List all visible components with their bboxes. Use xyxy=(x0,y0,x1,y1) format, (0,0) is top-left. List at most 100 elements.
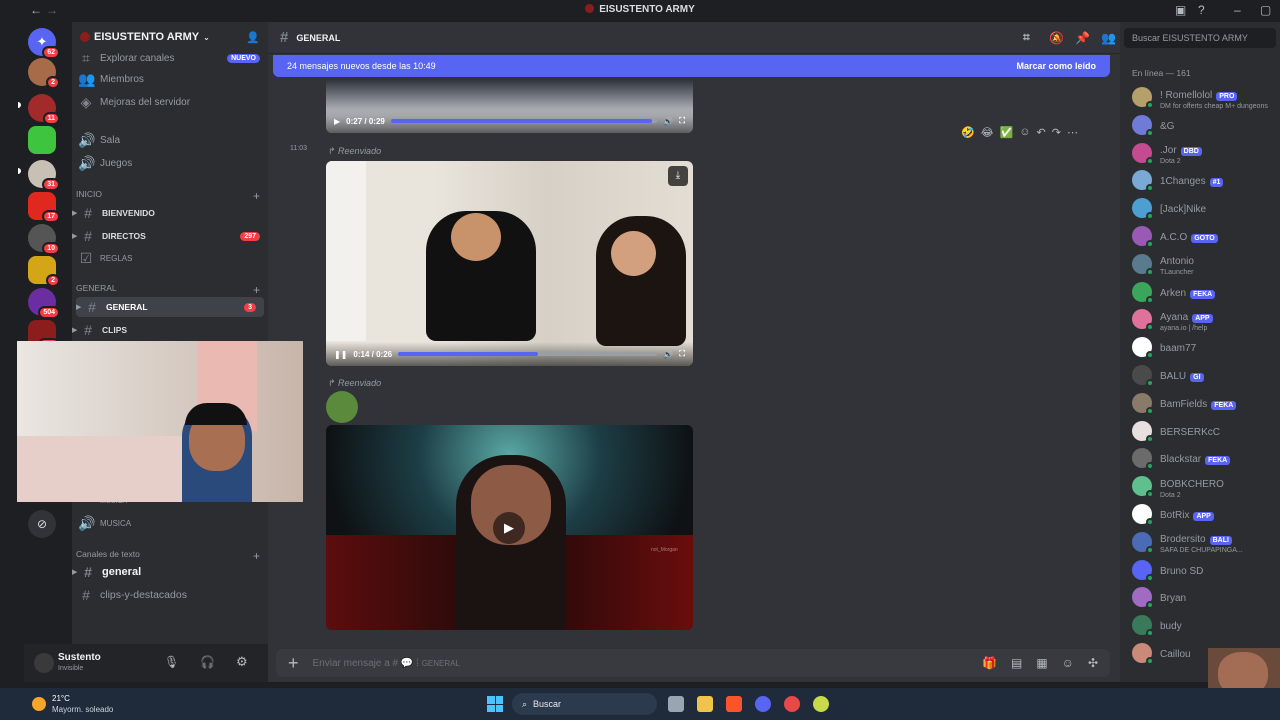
voice-channel-juegos[interactable]: 🔊 Juegos xyxy=(72,153,268,173)
minimize-icon[interactable]: – xyxy=(1234,3,1241,17)
add-attachment-icon[interactable]: + xyxy=(288,653,299,674)
member-row[interactable]: [Jack]Nike xyxy=(1132,195,1280,221)
gif-icon[interactable]: ▤ xyxy=(1011,656,1022,670)
inbox-icon[interactable]: ▣ xyxy=(1175,3,1186,17)
member-row[interactable]: &G xyxy=(1132,112,1280,138)
server-avatar-6[interactable]: 10 xyxy=(28,224,60,255)
member-row[interactable]: Arken FEKA xyxy=(1132,279,1280,305)
server-avatar-4[interactable]: 31 xyxy=(28,160,60,191)
sidebar-item-miembros[interactable]: 👥 Miembros xyxy=(72,69,268,89)
voice-channel-musica[interactable]: 🔊 MUSICA xyxy=(72,513,268,533)
volume-icon[interactable]: 🔊 xyxy=(663,350,673,359)
more-icon[interactable]: ⋯ xyxy=(1067,126,1078,144)
member-row[interactable]: Antonio TLauncher xyxy=(1132,251,1280,277)
video-player[interactable]: ▶ not_Morgan xyxy=(326,425,693,630)
add-member-icon[interactable]: 👤 xyxy=(246,31,260,44)
server-avatar-2[interactable]: 11 xyxy=(28,94,60,125)
fullscreen-icon[interactable]: ⛶ xyxy=(679,349,685,359)
file-explorer-icon[interactable] xyxy=(697,696,713,712)
weather-icon[interactable] xyxy=(32,697,46,711)
discord-app-icon[interactable] xyxy=(755,696,771,712)
server-avatar-5[interactable]: 17 xyxy=(28,192,60,223)
reaction-icon[interactable]: 😂 xyxy=(981,126,994,144)
new-messages-bar[interactable]: 24 mensajes nuevos desde las 10:49 Marca… xyxy=(273,55,1110,77)
maximize-icon[interactable]: ▢ xyxy=(1260,3,1271,17)
message-input[interactable]: + Enviar mensaje a # 💬 ⁞ GENERAL 🎁 ▤ ▦ ☺ ✣ xyxy=(276,649,1110,677)
search-input[interactable]: Buscar EISUSTENTO ARMY xyxy=(1124,28,1276,48)
category-texto[interactable]: Canales de texto + xyxy=(76,549,260,563)
member-row[interactable]: ! Romellolol PRO DM for offerts cheap M+ d… xyxy=(1132,84,1280,110)
member-row[interactable]: BamFields FEKA xyxy=(1132,390,1280,416)
add-channel-icon[interactable]: + xyxy=(253,283,260,297)
member-row[interactable]: Blackstar FEKA xyxy=(1132,445,1280,471)
gift-icon[interactable]: 🎁 xyxy=(982,656,997,670)
reaction-icon[interactable]: ✅ xyxy=(1000,126,1014,144)
discord-home-icon[interactable]: ✦ 62 xyxy=(28,28,60,59)
video-player[interactable]: ▶ 0:27 / 0:29 🔊 ⛶ xyxy=(326,79,693,133)
gear-icon[interactable]: ⚙ xyxy=(236,654,248,670)
sidebar-item-mejoras[interactable]: ◈ Mejoras del servidor xyxy=(72,92,268,112)
member-row[interactable]: BERSERKcC xyxy=(1132,418,1280,444)
mute-icon[interactable]: 🔕 xyxy=(1049,31,1064,45)
headphones-icon[interactable]: 🎧 xyxy=(200,655,215,669)
member-row[interactable]: Bruno SD xyxy=(1132,557,1280,583)
server-avatar-7[interactable]: 2 xyxy=(28,256,60,287)
add-channel-icon[interactable]: + xyxy=(253,549,260,563)
server-avatar-3[interactable] xyxy=(28,126,56,154)
add-reaction-icon[interactable]: ☺ xyxy=(1019,126,1030,144)
taskbar-search[interactable]: ⌕ Buscar xyxy=(512,693,657,715)
member-row[interactable]: budy xyxy=(1132,612,1280,638)
help-icon[interactable]: ? xyxy=(1198,3,1205,17)
voice-channel-sala[interactable]: 🔊 Sala xyxy=(72,130,268,150)
fullscreen-icon[interactable]: ⛶ xyxy=(679,116,685,126)
member-row[interactable]: baam77 xyxy=(1132,334,1280,360)
brave-browser-icon[interactable] xyxy=(726,696,742,712)
download-icon[interactable]: ⤓ xyxy=(668,166,688,186)
sticker-icon[interactable]: ▦ xyxy=(1036,656,1047,670)
channel-general-active[interactable]: ▶ # GENERAL 3 xyxy=(76,297,264,317)
member-row[interactable]: .Jor DBD Dota 2 xyxy=(1132,140,1280,166)
member-row[interactable]: Ayana APP ayana.io | /help xyxy=(1132,306,1280,332)
avatar[interactable] xyxy=(34,653,54,673)
member-row[interactable]: 1Changes #1 xyxy=(1132,167,1280,193)
category-general[interactable]: GENERAL + xyxy=(76,283,260,297)
channel-clips[interactable]: ▶ # CLIPS xyxy=(72,320,268,340)
server-avatar-8[interactable]: 504 xyxy=(28,288,60,319)
member-list-icon[interactable]: 👥 xyxy=(1101,31,1116,45)
seek-bar[interactable] xyxy=(398,352,658,356)
video-player[interactable]: ⤓ ❚❚ 0:14 / 0:26 🔊 ⛶ xyxy=(326,161,693,366)
member-row[interactable]: A.C.O GOTO xyxy=(1132,223,1280,249)
play-icon[interactable]: ▶ xyxy=(334,117,340,126)
reply-icon[interactable]: ↶ xyxy=(1037,126,1046,144)
pin-icon[interactable]: 📌 xyxy=(1075,31,1090,45)
member-row[interactable]: Brodersito BALI SAFA DE CHUPAPINGA... xyxy=(1132,529,1280,555)
member-row[interactable]: BotRix APP xyxy=(1132,501,1280,527)
member-row[interactable]: BALU GI xyxy=(1132,362,1280,388)
discover-icon[interactable]: ⊘ xyxy=(28,510,56,538)
app-icon[interactable] xyxy=(784,696,800,712)
volume-icon[interactable]: 🔊 xyxy=(663,117,673,126)
play-icon[interactable]: ▶ xyxy=(493,512,525,544)
add-channel-icon[interactable]: + xyxy=(253,189,260,203)
reaction-icon[interactable]: 🤣 xyxy=(961,126,975,144)
channel-reglas[interactable]: ☑ REGLAS xyxy=(72,248,268,268)
server-avatar-1[interactable]: 2 xyxy=(28,58,60,89)
pause-icon[interactable]: ❚❚ xyxy=(334,350,347,359)
forward-icon[interactable]: ↷ xyxy=(1052,126,1061,144)
member-row[interactable]: BOBKCHERO Dota 2 xyxy=(1132,473,1280,499)
mark-as-read-button[interactable]: Marcar como leído xyxy=(1016,61,1096,71)
channel-clips-y-destacados[interactable]: # clips-y-destacados xyxy=(72,585,268,605)
channel-directos[interactable]: ▶ # DIRECTOS 297 xyxy=(72,226,268,246)
channel-general-text[interactable]: ▶ # general xyxy=(72,562,268,582)
member-row[interactable]: Bryan xyxy=(1132,584,1280,610)
seek-bar[interactable] xyxy=(390,119,658,123)
windows-start-icon[interactable] xyxy=(487,696,503,712)
threads-icon[interactable]: ⌗ xyxy=(1023,30,1030,45)
category-inicio[interactable]: INICIO + xyxy=(76,189,260,203)
microphone-icon[interactable]: 🎙 xyxy=(164,655,179,669)
channel-bienvenido[interactable]: ▶ # BIENVENIDO xyxy=(72,203,268,223)
apps-icon[interactable]: ✣ xyxy=(1088,656,1098,670)
emoji-icon[interactable]: ☺ xyxy=(1062,656,1074,670)
sidebar-item-explorar[interactable]: ⌗ Explorar canales NUEVO xyxy=(72,48,268,68)
app-icon[interactable] xyxy=(813,696,829,712)
